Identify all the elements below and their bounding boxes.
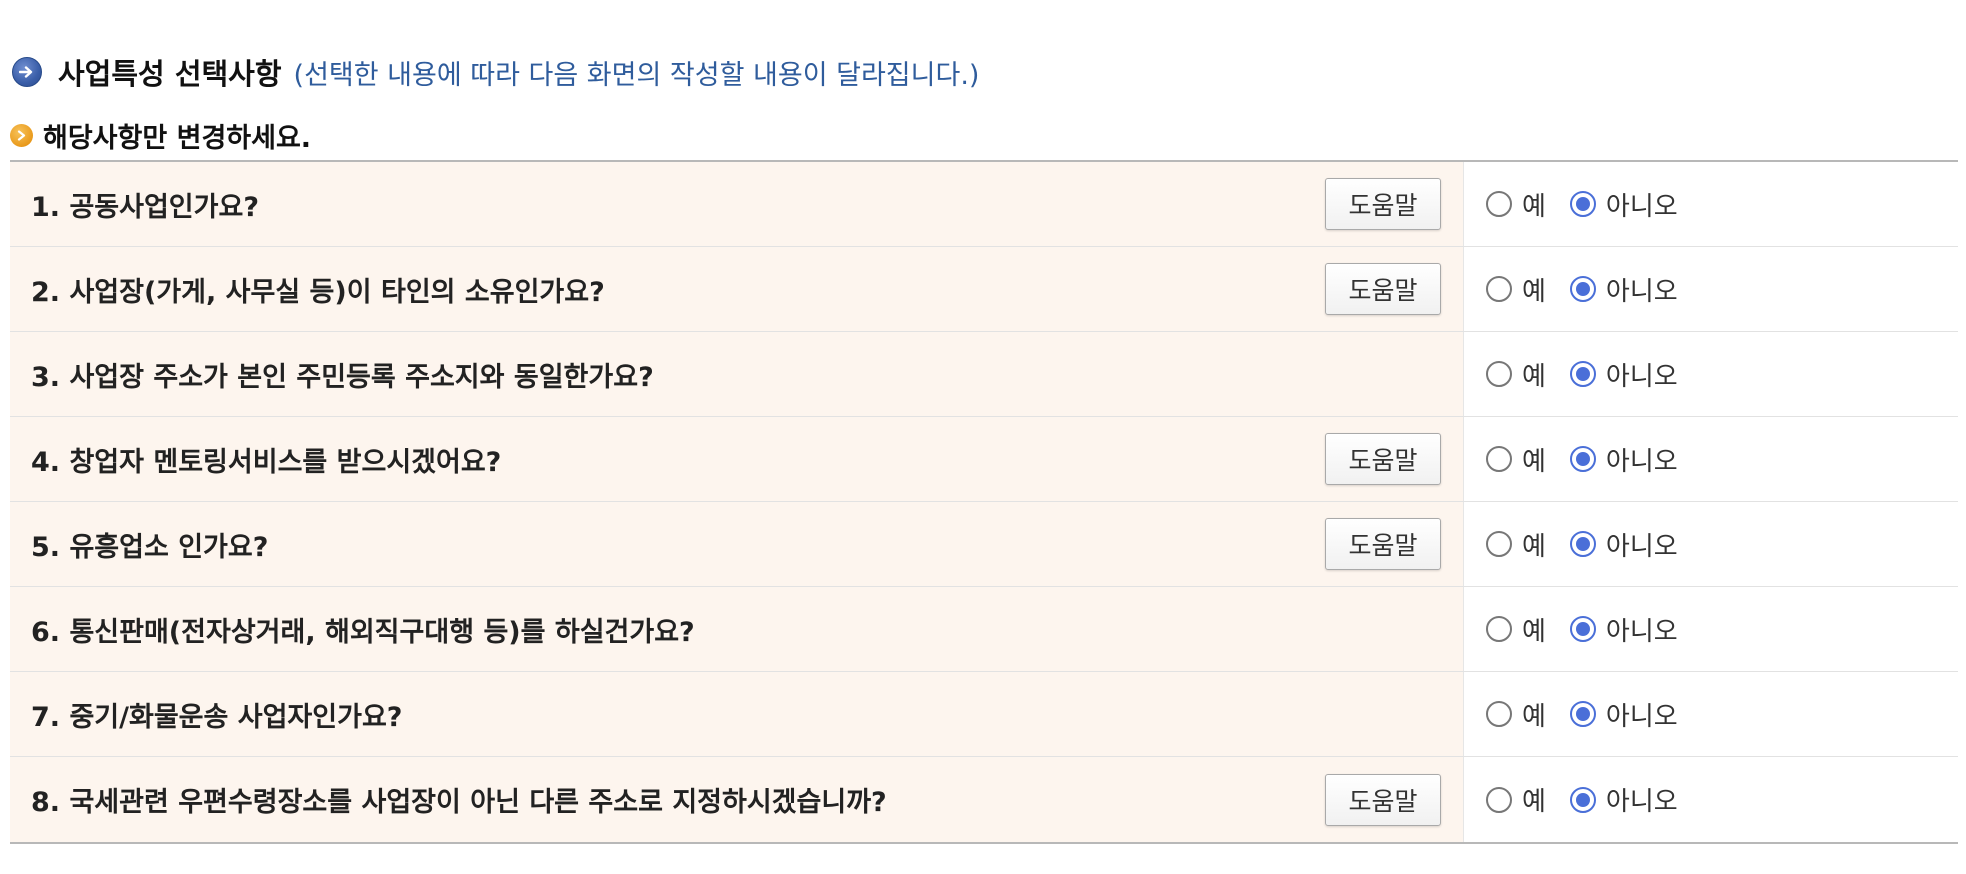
question-text: 8. 국세관련 우편수령장소를 사업장이 아닌 다른 주소로 지정하시겠습니까?	[31, 787, 887, 818]
help-button[interactable]: 도움말	[1325, 178, 1441, 230]
answer-cell: 예 아니오	[1464, 587, 1958, 671]
help-button[interactable]: 도움말	[1325, 433, 1441, 485]
radio-yes[interactable]	[1486, 701, 1512, 727]
section-title: 사업특성 선택사항	[58, 57, 282, 91]
question-text: 3. 사업장 주소가 본인 주민등록 주소지와 동일한가요?	[31, 361, 654, 393]
radio-label-yes: 예	[1522, 361, 1546, 392]
sub-title: 해당사항만 변경하세요.	[43, 122, 312, 154]
radio-label-yes: 예	[1522, 191, 1546, 222]
radio-option-no[interactable]: 아니오	[1569, 611, 1678, 648]
arrow-right-circle-icon	[12, 57, 42, 87]
radio-label-no: 아니오	[1605, 616, 1678, 647]
sub-header: 해당사항만 변경하세요.	[10, 115, 311, 155]
radio-label-no: 아니오	[1605, 701, 1678, 732]
question-row: 4. 창업자 멘토링서비스를 받으시겠어요? 도움말 예 아니오	[10, 417, 1958, 502]
question-row: 6. 통신판매(전자상거래, 해외직구대행 등)를 하실건가요? 예 아니오	[10, 587, 1958, 672]
radio-option-no[interactable]: 아니오	[1569, 356, 1678, 393]
radio-label-yes: 예	[1522, 616, 1546, 647]
radio-label-no: 아니오	[1605, 191, 1678, 222]
radio-yes[interactable]	[1486, 191, 1512, 217]
radio-option-yes[interactable]: 예	[1486, 696, 1546, 733]
radio-no[interactable]	[1569, 446, 1596, 472]
question-text: 4. 창업자 멘토링서비스를 받으시겠어요?	[31, 446, 502, 478]
radio-label-yes: 예	[1522, 701, 1546, 732]
answer-cell: 예 아니오	[1464, 247, 1958, 331]
radio-yes[interactable]	[1486, 786, 1512, 813]
radio-no[interactable]	[1569, 531, 1596, 557]
arrow-right-dot-icon	[10, 123, 33, 147]
section-note: (선택한 내용에 따라 다음 화면의 작성할 내용이 달라집니다.)	[293, 59, 980, 91]
radio-option-no[interactable]: 아니오	[1569, 526, 1678, 563]
question-cell: 6. 통신판매(전자상거래, 해외직구대행 등)를 하실건가요?	[10, 587, 1464, 671]
radio-label-yes: 예	[1522, 787, 1546, 817]
question-row: 1. 공동사업인가요? 도움말 예 아니오	[10, 162, 1958, 247]
question-cell: 3. 사업장 주소가 본인 주민등록 주소지와 동일한가요?	[10, 332, 1464, 416]
question-cell: 5. 유흥업소 인가요? 도움말	[10, 502, 1464, 586]
radio-no[interactable]	[1569, 616, 1596, 642]
radio-option-yes[interactable]: 예	[1486, 186, 1546, 223]
radio-no[interactable]	[1569, 786, 1596, 813]
radio-option-yes[interactable]: 예	[1486, 611, 1546, 648]
radio-yes[interactable]	[1486, 446, 1512, 472]
question-text: 1. 공동사업인가요?	[31, 191, 259, 223]
radio-option-yes[interactable]: 예	[1486, 271, 1546, 308]
radio-option-yes[interactable]: 예	[1486, 781, 1546, 818]
answer-cell: 예 아니오	[1464, 672, 1958, 756]
radio-label-yes: 예	[1522, 446, 1546, 477]
question-row: 7. 중기/화물운송 사업자인가요? 예 아니오	[10, 672, 1958, 757]
radio-no[interactable]	[1569, 191, 1596, 217]
question-row: 5. 유흥업소 인가요? 도움말 예 아니오	[10, 502, 1958, 587]
radio-option-no[interactable]: 아니오	[1569, 441, 1678, 478]
question-text: 2. 사업장(가게, 사무실 등)이 타인의 소유인가요?	[31, 276, 605, 308]
question-row: 8. 국세관련 우편수령장소를 사업장이 아닌 다른 주소로 지정하시겠습니까?…	[10, 757, 1958, 842]
radio-label-no: 아니오	[1605, 446, 1678, 477]
answer-cell: 예 아니오	[1464, 417, 1958, 501]
question-cell: 8. 국세관련 우편수령장소를 사업장이 아닌 다른 주소로 지정하시겠습니까?…	[10, 757, 1464, 842]
question-cell: 1. 공동사업인가요? 도움말	[10, 162, 1464, 246]
radio-yes[interactable]	[1486, 276, 1512, 302]
radio-no[interactable]	[1569, 701, 1596, 727]
radio-label-no: 아니오	[1605, 531, 1678, 562]
question-text: 6. 통신판매(전자상거래, 해외직구대행 등)를 하실건가요?	[31, 616, 695, 648]
radio-option-yes[interactable]: 예	[1486, 526, 1546, 563]
help-button[interactable]: 도움말	[1325, 263, 1441, 315]
radio-option-yes[interactable]: 예	[1486, 356, 1546, 393]
answer-cell: 예 아니오	[1464, 757, 1958, 842]
question-cell: 2. 사업장(가게, 사무실 등)이 타인의 소유인가요? 도움말	[10, 247, 1464, 331]
radio-label-no: 아니오	[1605, 361, 1678, 392]
question-text: 5. 유흥업소 인가요?	[31, 531, 269, 563]
radio-option-yes[interactable]: 예	[1486, 441, 1546, 478]
help-button[interactable]: 도움말	[1325, 518, 1441, 570]
question-row: 3. 사업장 주소가 본인 주민등록 주소지와 동일한가요? 예 아니오	[10, 332, 1958, 417]
radio-yes[interactable]	[1486, 531, 1512, 557]
question-row: 2. 사업장(가게, 사무실 등)이 타인의 소유인가요? 도움말 예 아니오	[10, 247, 1958, 332]
radio-yes[interactable]	[1486, 361, 1512, 387]
section-header: 사업특성 선택사항 (선택한 내용에 따라 다음 화면의 작성할 내용이 달라집…	[12, 50, 979, 94]
question-cell: 4. 창업자 멘토링서비스를 받으시겠어요? 도움말	[10, 417, 1464, 501]
radio-option-no[interactable]: 아니오	[1569, 271, 1678, 308]
radio-label-yes: 예	[1522, 276, 1546, 307]
radio-label-yes: 예	[1522, 531, 1546, 562]
radio-option-no[interactable]: 아니오	[1569, 696, 1678, 733]
answer-cell: 예 아니오	[1464, 332, 1958, 416]
radio-no[interactable]	[1569, 276, 1596, 302]
help-button[interactable]: 도움말	[1325, 773, 1441, 826]
question-cell: 7. 중기/화물운송 사업자인가요?	[10, 672, 1464, 756]
radio-option-no[interactable]: 아니오	[1569, 186, 1678, 223]
radio-label-no: 아니오	[1605, 787, 1678, 817]
answer-cell: 예 아니오	[1464, 162, 1958, 246]
question-text: 7. 중기/화물운송 사업자인가요?	[31, 701, 403, 733]
question-table: 1. 공동사업인가요? 도움말 예 아니오 2. 사업장(가게, 사무실 등)이 타인의…	[10, 160, 1958, 844]
radio-yes[interactable]	[1486, 616, 1512, 642]
answer-cell: 예 아니오	[1464, 502, 1958, 586]
radio-label-no: 아니오	[1605, 276, 1678, 307]
radio-no[interactable]	[1569, 361, 1596, 387]
radio-option-no[interactable]: 아니오	[1569, 781, 1678, 818]
